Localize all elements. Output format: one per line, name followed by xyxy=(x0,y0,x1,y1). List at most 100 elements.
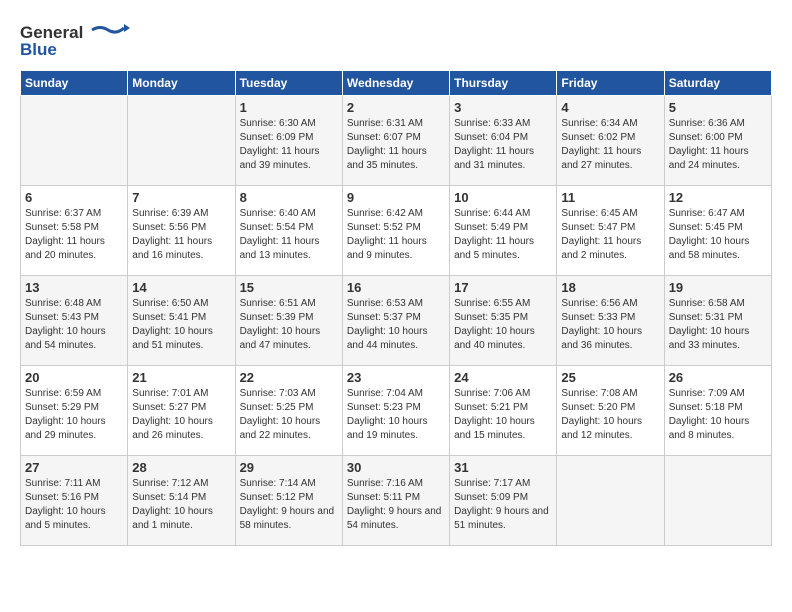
day-number: 26 xyxy=(669,370,767,385)
calendar-week-row: 13Sunrise: 6:48 AM Sunset: 5:43 PM Dayli… xyxy=(21,276,772,366)
day-info: Sunrise: 6:34 AM Sunset: 6:02 PM Dayligh… xyxy=(561,117,659,173)
calendar-cell: 10Sunrise: 6:44 AM Sunset: 5:49 PM Dayli… xyxy=(450,186,557,276)
weekday-header-saturday: Saturday xyxy=(664,71,771,96)
calendar-cell: 6Sunrise: 6:37 AM Sunset: 5:58 PM Daylig… xyxy=(21,186,128,276)
day-info: Sunrise: 6:31 AM Sunset: 6:07 PM Dayligh… xyxy=(347,117,445,173)
calendar-cell: 7 Sunrise: 6:39 AM Sunset: 5:56 PM Daylig… xyxy=(128,186,235,276)
day-number: 30 xyxy=(347,460,445,475)
calendar-table: SundayMondayTuesdayWednesdayThursdayFrid… xyxy=(20,70,772,546)
day-number: 1 xyxy=(240,100,338,115)
day-number: 8 xyxy=(240,190,338,205)
day-info: Sunrise: 6:58 AM Sunset: 5:31 PM Dayligh… xyxy=(669,297,767,353)
day-info: Sunrise: 6:50 AM Sunset: 5:41 PM Dayligh… xyxy=(132,297,230,353)
day-info: Sunrise: 6:39 AM Sunset: 5:56 PM Dayligh… xyxy=(132,207,230,263)
day-info: Sunrise: 6:51 AM Sunset: 5:39 PM Dayligh… xyxy=(240,297,338,353)
day-info: Sunrise: 6:30 AM Sunset: 6:09 PM Dayligh… xyxy=(240,117,338,173)
calendar-cell: 28Sunrise: 7:12 AM Sunset: 5:14 PM Dayli… xyxy=(128,456,235,546)
day-number: 7 xyxy=(132,190,230,205)
day-number: 15 xyxy=(240,280,338,295)
day-info: Sunrise: 7:16 AM Sunset: 5:11 PM Dayligh… xyxy=(347,477,445,533)
calendar-cell: 24 Sunrise: 7:06 AM Sunset: 5:21 PM Dayli… xyxy=(450,366,557,456)
calendar-cell: 2 Sunrise: 6:31 AM Sunset: 6:07 PM Daylig… xyxy=(342,96,449,186)
day-info: Sunrise: 7:09 AM Sunset: 5:18 PM Dayligh… xyxy=(669,387,767,443)
calendar-cell: 20 Sunrise: 6:59 AM Sunset: 5:29 PM Dayli… xyxy=(21,366,128,456)
day-number: 18 xyxy=(561,280,659,295)
day-number: 4 xyxy=(561,100,659,115)
day-number: 2 xyxy=(347,100,445,115)
calendar-cell: 13Sunrise: 6:48 AM Sunset: 5:43 PM Dayli… xyxy=(21,276,128,366)
calendar-cell xyxy=(21,96,128,186)
day-info: Sunrise: 6:48 AM Sunset: 5:43 PM Dayligh… xyxy=(25,297,123,353)
day-number: 12 xyxy=(669,190,767,205)
day-info: Sunrise: 7:14 AM Sunset: 5:12 PM Dayligh… xyxy=(240,477,338,533)
calendar-cell: 31 Sunrise: 7:17 AM Sunset: 5:09 PM Dayli… xyxy=(450,456,557,546)
day-info: Sunrise: 7:11 AM Sunset: 5:16 PM Dayligh… xyxy=(25,477,123,533)
day-info: Sunrise: 6:33 AM Sunset: 6:04 PM Dayligh… xyxy=(454,117,552,173)
day-info: Sunrise: 6:42 AM Sunset: 5:52 PM Dayligh… xyxy=(347,207,445,263)
day-info: Sunrise: 6:56 AM Sunset: 5:33 PM Dayligh… xyxy=(561,297,659,353)
day-info: Sunrise: 7:08 AM Sunset: 5:20 PM Dayligh… xyxy=(561,387,659,443)
calendar-cell: 19 Sunrise: 6:58 AM Sunset: 5:31 PM Dayli… xyxy=(664,276,771,366)
day-info: Sunrise: 6:36 AM Sunset: 6:00 PM Dayligh… xyxy=(669,117,767,173)
calendar-cell xyxy=(128,96,235,186)
calendar-cell: 17 Sunrise: 6:55 AM Sunset: 5:35 PM Dayli… xyxy=(450,276,557,366)
day-number: 24 xyxy=(454,370,552,385)
day-number: 19 xyxy=(669,280,767,295)
day-info: Sunrise: 6:59 AM Sunset: 5:29 PM Dayligh… xyxy=(25,387,123,443)
calendar-cell xyxy=(664,456,771,546)
day-number: 3 xyxy=(454,100,552,115)
calendar-cell: 30 Sunrise: 7:16 AM Sunset: 5:11 PM Dayli… xyxy=(342,456,449,546)
calendar-cell: 25 Sunrise: 7:08 AM Sunset: 5:20 PM Dayli… xyxy=(557,366,664,456)
day-info: Sunrise: 6:53 AM Sunset: 5:37 PM Dayligh… xyxy=(347,297,445,353)
calendar-week-row: 27 Sunrise: 7:11 AM Sunset: 5:16 PM Dayli… xyxy=(21,456,772,546)
weekday-header-sunday: Sunday xyxy=(21,71,128,96)
calendar-cell: 18 Sunrise: 6:56 AM Sunset: 5:33 PM Dayli… xyxy=(557,276,664,366)
day-info: Sunrise: 7:17 AM Sunset: 5:09 PM Dayligh… xyxy=(454,477,552,533)
day-number: 5 xyxy=(669,100,767,115)
calendar-cell: 1 Sunrise: 6:30 AM Sunset: 6:09 PM Daylig… xyxy=(235,96,342,186)
day-number: 27 xyxy=(25,460,123,475)
day-number: 25 xyxy=(561,370,659,385)
calendar-cell: 12 Sunrise: 6:47 AM Sunset: 5:45 PM Dayli… xyxy=(664,186,771,276)
day-number: 14 xyxy=(132,280,230,295)
calendar-week-row: 20 Sunrise: 6:59 AM Sunset: 5:29 PM Dayli… xyxy=(21,366,772,456)
logo: General Blue xyxy=(20,20,130,60)
day-number: 31 xyxy=(454,460,552,475)
weekday-header-monday: Monday xyxy=(128,71,235,96)
weekday-header-thursday: Thursday xyxy=(450,71,557,96)
day-info: Sunrise: 6:47 AM Sunset: 5:45 PM Dayligh… xyxy=(669,207,767,263)
calendar-cell: 3 Sunrise: 6:33 AM Sunset: 6:04 PM Daylig… xyxy=(450,96,557,186)
day-info: Sunrise: 6:45 AM Sunset: 5:47 PM Dayligh… xyxy=(561,207,659,263)
calendar-cell: 22Sunrise: 7:03 AM Sunset: 5:25 PM Dayli… xyxy=(235,366,342,456)
header: General Blue xyxy=(20,20,772,60)
day-info: Sunrise: 6:55 AM Sunset: 5:35 PM Dayligh… xyxy=(454,297,552,353)
calendar-cell: 26 Sunrise: 7:09 AM Sunset: 5:18 PM Dayli… xyxy=(664,366,771,456)
weekday-header-wednesday: Wednesday xyxy=(342,71,449,96)
day-number: 9 xyxy=(347,190,445,205)
calendar-cell: 27 Sunrise: 7:11 AM Sunset: 5:16 PM Dayli… xyxy=(21,456,128,546)
calendar-cell: 4 Sunrise: 6:34 AM Sunset: 6:02 PM Daylig… xyxy=(557,96,664,186)
calendar-cell: 11 Sunrise: 6:45 AM Sunset: 5:47 PM Dayli… xyxy=(557,186,664,276)
day-info: Sunrise: 7:03 AM Sunset: 5:25 PM Dayligh… xyxy=(240,387,338,443)
day-info: Sunrise: 7:06 AM Sunset: 5:21 PM Dayligh… xyxy=(454,387,552,443)
calendar-cell: 23 Sunrise: 7:04 AM Sunset: 5:23 PM Dayli… xyxy=(342,366,449,456)
day-number: 20 xyxy=(25,370,123,385)
calendar-cell: 5 Sunrise: 6:36 AM Sunset: 6:00 PM Daylig… xyxy=(664,96,771,186)
day-number: 11 xyxy=(561,190,659,205)
calendar-cell: 21 Sunrise: 7:01 AM Sunset: 5:27 PM Dayli… xyxy=(128,366,235,456)
calendar-week-row: 6Sunrise: 6:37 AM Sunset: 5:58 PM Daylig… xyxy=(21,186,772,276)
day-number: 6 xyxy=(25,190,123,205)
day-number: 28 xyxy=(132,460,230,475)
day-info: Sunrise: 7:04 AM Sunset: 5:23 PM Dayligh… xyxy=(347,387,445,443)
calendar-cell: 15 Sunrise: 6:51 AM Sunset: 5:39 PM Dayli… xyxy=(235,276,342,366)
calendar-cell xyxy=(557,456,664,546)
svg-text:Blue: Blue xyxy=(20,40,57,59)
day-number: 17 xyxy=(454,280,552,295)
day-number: 21 xyxy=(132,370,230,385)
weekday-header-friday: Friday xyxy=(557,71,664,96)
calendar-week-row: 1 Sunrise: 6:30 AM Sunset: 6:09 PM Daylig… xyxy=(21,96,772,186)
calendar-cell: 14 Sunrise: 6:50 AM Sunset: 5:41 PM Dayli… xyxy=(128,276,235,366)
day-number: 23 xyxy=(347,370,445,385)
day-info: Sunrise: 6:40 AM Sunset: 5:54 PM Dayligh… xyxy=(240,207,338,263)
day-info: Sunrise: 7:01 AM Sunset: 5:27 PM Dayligh… xyxy=(132,387,230,443)
